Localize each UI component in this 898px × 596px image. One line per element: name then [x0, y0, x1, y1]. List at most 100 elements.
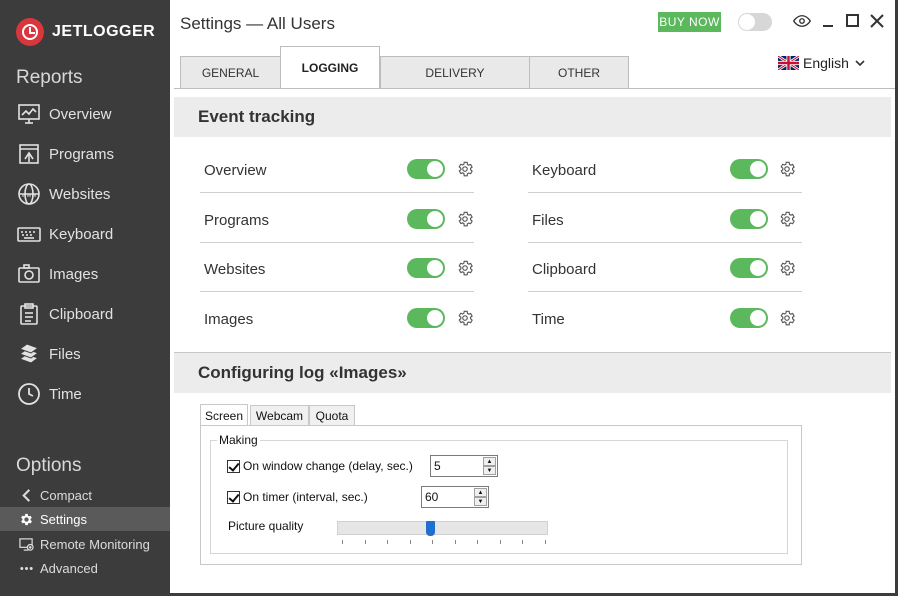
tab-logging[interactable]: LOGGING [280, 46, 380, 89]
event-label: Overview [204, 162, 267, 179]
websites-toggle[interactable] [407, 258, 445, 278]
event-row-programs: Programs [200, 200, 474, 250]
sidebar-item-images[interactable]: Images [16, 260, 98, 288]
sidebar-item-files[interactable]: Files [16, 340, 81, 368]
sidebar-item-keyboard[interactable]: Keyboard [16, 220, 113, 248]
sidebar-option-label: Remote Monitoring [40, 536, 150, 552]
gear-icon[interactable] [456, 259, 474, 277]
on-window-change-option[interactable]: On window change (delay, sec.) [227, 459, 413, 473]
stepper-up-icon[interactable]: ▲ [474, 488, 487, 497]
tab-general[interactable]: GENERAL [180, 56, 281, 88]
event-row-images: Images [204, 299, 474, 349]
minimize-icon[interactable] [819, 11, 839, 31]
uk-flag-icon [778, 56, 799, 70]
on-timer-checkbox[interactable] [227, 490, 240, 504]
delay-stepper[interactable]: 5 ▲ ▼ [430, 455, 498, 477]
sidebar-item-label: Websites [49, 185, 111, 203]
sidebar-item-overview[interactable]: Overview [16, 100, 112, 128]
clipboard-toggle[interactable] [730, 258, 768, 278]
app-logo: JETLOGGER [16, 18, 155, 46]
chevron-down-icon [855, 60, 865, 67]
files-toggle[interactable] [730, 209, 768, 229]
sidebar-item-label: Images [49, 265, 99, 283]
close-icon[interactable] [867, 11, 887, 31]
gear-icon [18, 511, 34, 527]
header-toggle[interactable] [738, 13, 772, 31]
eye-icon[interactable] [792, 11, 812, 31]
clock-icon [16, 381, 42, 407]
slider-tick [455, 540, 456, 544]
files-stack-icon [16, 341, 42, 367]
slider-tick [500, 540, 501, 544]
language-selector[interactable]: English [778, 55, 865, 71]
gear-icon[interactable] [778, 309, 796, 327]
chart-board-icon [16, 101, 42, 127]
sidebar: JETLOGGER Reports Overview Programs www … [0, 0, 170, 596]
event-row-clipboard: Clipboard [528, 249, 802, 299]
stepper-down-icon[interactable]: ▼ [483, 466, 496, 475]
gear-icon[interactable] [778, 259, 796, 277]
event-label: Files [532, 212, 564, 229]
stepper-up-icon[interactable]: ▲ [483, 457, 496, 466]
slider-tick [545, 540, 546, 544]
event-label: Clipboard [532, 261, 597, 278]
event-row-time: Time [532, 299, 802, 349]
sidebar-item-label: Clipboard [49, 305, 114, 323]
keyboard-toggle[interactable] [730, 159, 768, 179]
slider-tick [342, 540, 343, 544]
slider-tick [387, 540, 388, 544]
jetlogger-logo-icon [16, 18, 44, 46]
on-window-change-checkbox[interactable] [227, 459, 240, 473]
event-label: Time [532, 311, 565, 328]
chevron-left-icon [18, 487, 34, 503]
time-toggle[interactable] [730, 308, 768, 328]
gear-icon[interactable] [456, 309, 474, 327]
config-tab-webcam[interactable]: Webcam [250, 405, 309, 426]
overview-toggle[interactable] [407, 159, 445, 179]
language-label: English [803, 55, 849, 71]
images-toggle[interactable] [407, 308, 445, 328]
keyboard-icon [16, 221, 42, 247]
slider-tick [365, 540, 366, 544]
slider-thumb[interactable] [426, 521, 435, 536]
window-title: Settings — All Users [180, 14, 335, 33]
gear-icon[interactable] [778, 210, 796, 228]
app-name: JETLOGGER [52, 23, 156, 40]
interval-value[interactable]: 60 [425, 490, 438, 504]
gear-icon[interactable] [456, 160, 474, 178]
sidebar-option-remote-monitoring[interactable]: Remote Monitoring [0, 532, 170, 556]
remote-monitor-icon [18, 536, 34, 552]
sidebar-option-compact[interactable]: Compact [0, 483, 170, 507]
tab-delivery[interactable]: DELIVERY [380, 56, 530, 88]
sidebar-option-label: Compact [40, 487, 93, 503]
gear-icon[interactable] [778, 160, 796, 178]
settings-window: Settings — All Users BUY NOW GENERAL LOG… [170, 0, 895, 593]
sidebar-option-settings[interactable]: Settings [0, 507, 170, 531]
config-panel: Making On window change (delay, sec.) 5 … [200, 425, 802, 565]
on-timer-option[interactable]: On timer (interval, sec.) [227, 490, 368, 504]
event-label: Keyboard [532, 162, 597, 179]
picture-quality-label: Picture quality [228, 519, 304, 533]
picture-quality-slider[interactable] [337, 521, 548, 536]
tab-other[interactable]: OTHER [529, 56, 629, 88]
sidebar-item-time[interactable]: Time [16, 380, 82, 408]
slider-tick [477, 540, 478, 544]
tab-divider [174, 88, 895, 89]
sidebar-option-advanced[interactable]: Advanced [0, 556, 170, 580]
event-row-websites: Websites [200, 249, 474, 299]
interval-stepper[interactable]: 60 ▲ ▼ [421, 486, 489, 508]
more-dots-icon [18, 560, 34, 576]
sidebar-item-websites[interactable]: www Websites [16, 180, 110, 208]
config-tab-screen[interactable]: Screen [200, 404, 248, 426]
delay-value[interactable]: 5 [434, 459, 441, 473]
programs-toggle[interactable] [407, 209, 445, 229]
slider-tick [432, 540, 433, 544]
config-tab-quota[interactable]: Quota [309, 405, 355, 426]
sidebar-item-programs[interactable]: Programs [16, 140, 114, 168]
gear-icon[interactable] [456, 210, 474, 228]
stepper-down-icon[interactable]: ▼ [474, 497, 487, 506]
maximize-icon[interactable] [843, 11, 863, 31]
buy-now-button[interactable]: BUY NOW [658, 12, 721, 32]
making-group: Making On window change (delay, sec.) 5 … [210, 433, 788, 554]
sidebar-item-clipboard[interactable]: Clipboard [16, 300, 113, 328]
